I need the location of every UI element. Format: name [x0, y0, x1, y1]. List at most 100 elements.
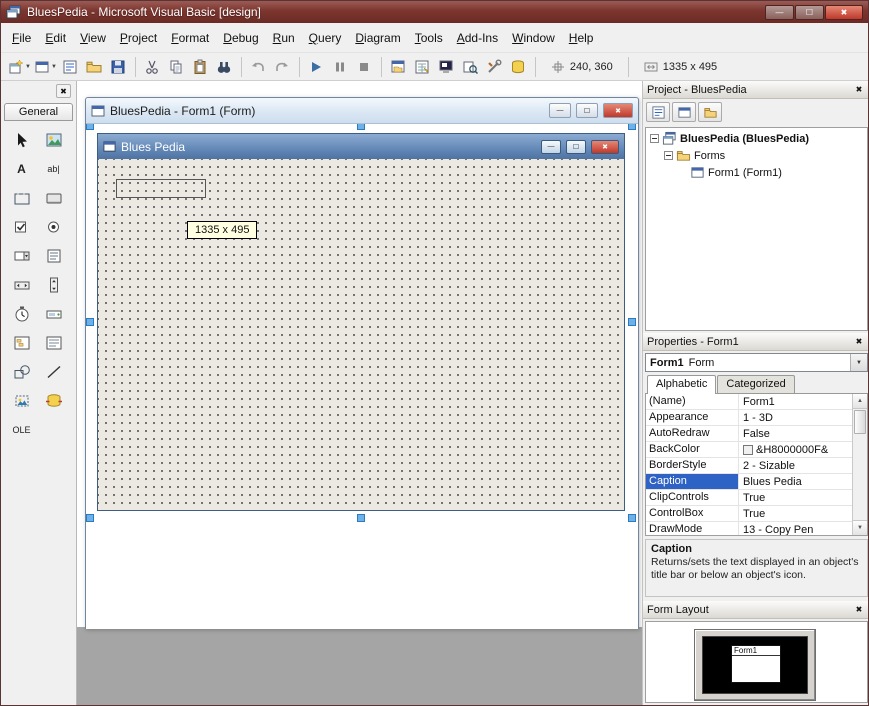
- object-selector-combobox[interactable]: Form1Form ▼: [645, 353, 868, 372]
- data-view-window-button[interactable]: [507, 56, 530, 78]
- toggle-folders-button[interactable]: [698, 102, 722, 122]
- tool-picturebox[interactable]: [40, 127, 68, 152]
- break-button[interactable]: [329, 56, 352, 78]
- tool-hscrollbar[interactable]: [8, 272, 36, 297]
- property-row-borderstyle[interactable]: BorderStyle 2 - Sizable: [646, 458, 852, 474]
- tool-combobox[interactable]: [8, 243, 36, 268]
- properties-window-button[interactable]: [411, 56, 434, 78]
- form-maximize-button[interactable]: ☐: [566, 140, 586, 154]
- property-grid-scrollbar[interactable]: ▲ ▼: [852, 394, 867, 535]
- menu-window[interactable]: Window: [505, 27, 562, 48]
- properties-panel-header[interactable]: Properties - Form1 ✖: [643, 333, 869, 351]
- tree-node-form1[interactable]: Form1 (Form1): [686, 164, 867, 181]
- property-row-controlbox[interactable]: ControlBox True: [646, 506, 852, 522]
- project-explorer-button[interactable]: [387, 56, 410, 78]
- resize-handle-bottom-right[interactable]: [628, 514, 636, 522]
- view-object-button[interactable]: [672, 102, 696, 122]
- tree-node-forms-folder[interactable]: Forms: [660, 147, 867, 164]
- menu-edit[interactable]: Edit: [38, 27, 73, 48]
- property-row-backcolor[interactable]: BackColor &H8000000F&: [646, 442, 852, 458]
- scroll-down-arrow[interactable]: ▼: [853, 520, 867, 535]
- copy-button[interactable]: [165, 56, 188, 78]
- property-row-caption[interactable]: Caption Blues Pedia: [646, 474, 852, 490]
- toolbox-button[interactable]: [483, 56, 506, 78]
- property-row-drawmode[interactable]: DrawMode 13 - Copy Pen: [646, 522, 852, 536]
- minimize-button[interactable]: —: [765, 5, 794, 20]
- property-row-appearance[interactable]: Appearance 1 - 3D: [646, 410, 852, 426]
- tool-dirlistbox[interactable]: [8, 330, 36, 355]
- property-row-autoredraw[interactable]: AutoRedraw False: [646, 426, 852, 442]
- menu-format[interactable]: Format: [164, 27, 216, 48]
- menu-tools[interactable]: Tools: [408, 27, 450, 48]
- resize-handle-bottom-left[interactable]: [86, 514, 94, 522]
- tool-vscrollbar[interactable]: [40, 272, 68, 297]
- form-designer-window[interactable]: BluesPedia - Form1 (Form) — ☐ ✖: [85, 97, 639, 629]
- menu-project[interactable]: Project: [113, 27, 164, 48]
- resize-handle-top-left[interactable]: [86, 124, 94, 130]
- add-form-button[interactable]: ▼: [33, 56, 58, 78]
- form-layout-window-button[interactable]: [435, 56, 458, 78]
- tab-alphabetic[interactable]: Alphabetic: [647, 375, 716, 394]
- menu-file[interactable]: File: [5, 27, 38, 48]
- form-layout-close-button[interactable]: ✖: [852, 603, 866, 616]
- tool-textbox[interactable]: ab|: [40, 156, 68, 181]
- close-button[interactable]: ✖: [825, 5, 863, 20]
- form-close-button[interactable]: ✖: [591, 140, 619, 154]
- tool-pointer[interactable]: [8, 127, 36, 152]
- properties-panel-close-button[interactable]: ✖: [852, 335, 866, 348]
- project-panel-close-button[interactable]: ✖: [852, 83, 866, 96]
- project-panel-header[interactable]: Project - BluesPedia ✖: [643, 81, 869, 99]
- tool-line[interactable]: [40, 359, 68, 384]
- tool-label[interactable]: A: [8, 156, 36, 181]
- tab-categorized[interactable]: Categorized: [717, 375, 794, 393]
- tool-filelistbox[interactable]: [40, 330, 68, 355]
- tool-commandbutton[interactable]: [40, 185, 68, 210]
- designed-form-body[interactable]: 1335 x 495: [98, 159, 624, 510]
- start-button[interactable]: [305, 56, 328, 78]
- toolbox-close-button[interactable]: ✖: [56, 84, 71, 98]
- designed-form-titlebar[interactable]: Blues Pedia — ☐ ✖: [98, 134, 624, 159]
- tree-node-project[interactable]: BluesPedia (BluesPedia): [646, 130, 867, 147]
- paste-button[interactable]: [189, 56, 212, 78]
- designer-minimize-button[interactable]: —: [549, 103, 571, 118]
- tool-image[interactable]: [8, 388, 36, 413]
- resize-handle-mid-right[interactable]: [628, 318, 636, 326]
- view-code-button[interactable]: [646, 102, 670, 122]
- tool-ole[interactable]: OLE: [8, 417, 36, 442]
- resize-handle-mid-left[interactable]: [86, 318, 94, 326]
- open-project-button[interactable]: [83, 56, 106, 78]
- menu-view[interactable]: View: [73, 27, 113, 48]
- combobox-dropdown-button[interactable]: ▼: [850, 354, 867, 371]
- property-row-name[interactable]: (Name) Form1: [646, 394, 852, 410]
- scroll-thumb[interactable]: [854, 410, 866, 434]
- end-button[interactable]: [353, 56, 376, 78]
- tool-timer[interactable]: [8, 301, 36, 326]
- tool-checkbox[interactable]: [8, 214, 36, 239]
- tool-data[interactable]: [40, 388, 68, 413]
- menu-debug[interactable]: Debug: [216, 27, 265, 48]
- expander-minus-icon[interactable]: [664, 151, 673, 160]
- resize-handle-top-right[interactable]: [628, 124, 636, 130]
- menu-addins[interactable]: Add-Ins: [450, 27, 505, 48]
- add-project-button[interactable]: ▼: [7, 56, 32, 78]
- menu-query[interactable]: Query: [302, 27, 349, 48]
- scroll-up-arrow[interactable]: ▲: [853, 394, 867, 409]
- menu-editor-button[interactable]: [59, 56, 82, 78]
- find-button[interactable]: [213, 56, 236, 78]
- resize-handle-bottom-center[interactable]: [357, 514, 365, 522]
- menu-diagram[interactable]: Diagram: [348, 27, 407, 48]
- object-browser-button[interactable]: [459, 56, 482, 78]
- tool-listbox[interactable]: [40, 243, 68, 268]
- designer-titlebar[interactable]: BluesPedia - Form1 (Form) — ☐ ✖: [86, 98, 638, 124]
- designer-maximize-button[interactable]: ☐: [576, 103, 598, 118]
- tool-drivelistbox[interactable]: [40, 301, 68, 326]
- toolbox-tab-general[interactable]: General: [4, 103, 73, 121]
- control-being-drawn[interactable]: [116, 179, 206, 198]
- property-row-clipcontrols[interactable]: ClipControls True: [646, 490, 852, 506]
- maximize-button[interactable]: ☐: [795, 5, 824, 20]
- designed-form[interactable]: Blues Pedia — ☐ ✖ 1335 x 495: [97, 133, 625, 511]
- tool-optionbutton[interactable]: [40, 214, 68, 239]
- designer-close-button[interactable]: ✖: [603, 103, 633, 118]
- expander-minus-icon[interactable]: [650, 134, 659, 143]
- cut-button[interactable]: [141, 56, 164, 78]
